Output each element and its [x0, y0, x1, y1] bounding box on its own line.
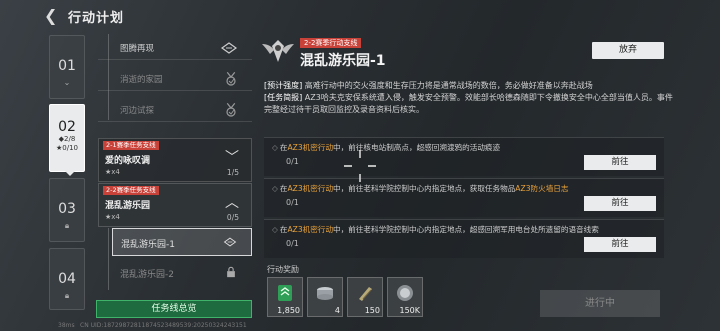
reward-count: 4 [334, 306, 340, 315]
sub-mission-chaos-park-2[interactable]: 混乱游乐园-2 [112, 259, 252, 287]
season-tag: 2-1赛季任务支线 [103, 141, 159, 150]
mission-item-lost-home[interactable]: 消逝的家园 [98, 67, 252, 91]
task-row-3: ◇ 在AZ3机密行动中，前往老科学院控制中心内指定地点，超感回溯军用电台处所遗留的… [264, 219, 664, 258]
mission-item-label: 图腾再现 [120, 44, 155, 54]
ammo-icon [359, 287, 372, 301]
task-row-2: ◇ 在AZ3机密行动中，前往老科学院控制中心内指定地点，获取任务物品AZ3防火墙日… [264, 178, 664, 217]
chevron-up-icon: ︿ [225, 195, 239, 211]
uid-footer: CN UID:18729872811874523489539:202503242… [80, 322, 247, 329]
mission-line-overview-button[interactable]: 任务线总览 [96, 300, 252, 318]
season-tag: 2-2赛季任务支线 [103, 186, 159, 195]
back-arrow-icon[interactable]: ❮ [44, 6, 64, 26]
tin-icon [317, 287, 333, 300]
chapter-number: 01 [58, 58, 76, 74]
diamond-objective-icon [220, 42, 238, 54]
coin-icon [397, 285, 413, 301]
card-progress: 0/5 [226, 213, 239, 222]
task-progress: 0/1 [286, 198, 299, 207]
chapter-star-stat: ★0/10 [56, 144, 78, 152]
in-progress-button[interactable]: 进行中 [540, 290, 660, 317]
sub-mission-label: 混乱游乐园-1 [121, 240, 175, 250]
chapter-number: 02 [58, 119, 76, 135]
chapter-tab-04[interactable]: 04 🔒︎ [49, 248, 85, 310]
mission-item-totem[interactable]: 图腾再现 [98, 36, 252, 60]
reward-slot-badge[interactable]: 1,850 [267, 277, 303, 317]
card-progress: 1/5 [226, 168, 239, 177]
header-bar: ❮ 行动计划 [0, 0, 720, 32]
task-text: ◇ 在AZ3机密行动中，前往核电站制高点，超感回溯渡鸦的活动痕迹 [272, 143, 501, 152]
task-go-button[interactable]: 前往 [584, 237, 656, 252]
medal-icon [226, 71, 236, 86]
task-progress: 0/1 [286, 157, 299, 166]
chapter-tab-01[interactable]: 01 ⌄ [49, 35, 85, 99]
sub-mission-label: 混乱游乐园-2 [120, 270, 174, 280]
card-title: 爱的咏叹调 [105, 156, 151, 166]
sub-connector-line [108, 228, 109, 290]
rewards-label: 行动奖励 [267, 265, 299, 274]
chapter-selected-pointer [65, 171, 75, 176]
diamond-objective-icon [223, 237, 237, 247]
badge-icon [278, 285, 292, 301]
desc-intensity: [预计强度] 高难行动中的交火强度和生存压力将是通常战场的数倍，务必做好准备以奔… [264, 81, 593, 90]
chapter-tab-02[interactable]: 02 ◆2/8 ★0/10 [49, 104, 85, 176]
mission-description: [预计强度] 高难行动中的交火强度和生存压力将是通常战场的数倍，务必做好准备以奔… [264, 80, 674, 116]
card-title: 混乱游乐园 [105, 201, 151, 211]
detail-mission-title: 混乱游乐园-1 [300, 53, 386, 69]
chevron-down-icon: ﹀ [225, 150, 239, 166]
task-progress: 0/1 [286, 239, 299, 248]
lock-icon: 🔒︎ [64, 221, 70, 230]
reward-slot-ammo[interactable]: 150 [347, 277, 383, 317]
mission-item-label: 消逝的家园 [120, 75, 163, 85]
chevron-down-icon: ⌄ [63, 78, 71, 87]
crosshair-icon [344, 150, 376, 182]
sub-mission-chaos-park-1[interactable]: 混乱游乐园-1 [112, 228, 252, 256]
abandon-button[interactable]: 放弃 [592, 42, 664, 59]
chapter-number: 03 [58, 201, 76, 217]
reward-count: 150 [364, 306, 380, 315]
medal-icon [226, 102, 236, 117]
task-go-button[interactable]: 前往 [584, 155, 656, 170]
detail-season-tag: 2-2赛季行动支线 [300, 38, 362, 48]
mission-item-riverside[interactable]: 河边试探 [98, 98, 252, 122]
card-stars: ★x4 [105, 213, 120, 221]
faction-emblem-icon [262, 40, 294, 62]
reward-slot-tin[interactable]: 4 [307, 277, 343, 317]
reward-slot-coin[interactable]: 150K [387, 277, 423, 317]
task-go-button[interactable]: 前往 [584, 196, 656, 211]
reward-count: 1,850 [277, 306, 300, 315]
task-row-1: ◇ 在AZ3机密行动中，前往核电站制高点，超感回溯渡鸦的活动痕迹 0/1 前往 [264, 137, 664, 176]
task-text: ◇ 在AZ3机密行动中，前往老科学院控制中心内指定地点，超感回溯军用电台处所遗留的… [272, 225, 599, 234]
task-text: ◇ 在AZ3机密行动中，前往老科学院控制中心内指定地点，获取任务物品AZ3防火墙日… [272, 184, 569, 193]
lock-icon: 🔒︎ [64, 291, 70, 300]
chapter-number: 04 [58, 271, 76, 287]
lock-icon [227, 266, 235, 278]
ping-readout: 38ms [58, 322, 75, 329]
desc-briefing: [任务简报] AZ3哈夫克安保系统遭入侵，触发安全预警。效能部长哈德森随即下令撤… [264, 93, 673, 114]
mission-card-chaos-park[interactable]: 2-2赛季任务支线 混乱游乐园 ★x4 ︿ 0/5 [98, 183, 252, 227]
reward-count: 150K [399, 306, 420, 315]
card-stars: ★x4 [105, 168, 120, 176]
page-title: 行动计划 [68, 11, 125, 26]
chapter-diamond-stat: ◆2/8 [58, 135, 76, 143]
mission-item-label: 河边试探 [120, 106, 155, 116]
chapter-tab-03[interactable]: 03 🔒︎ [49, 178, 85, 242]
mission-card-aria[interactable]: 2-1赛季任务支线 爱的咏叹调 ★x4 ﹀ 1/5 [98, 138, 252, 182]
